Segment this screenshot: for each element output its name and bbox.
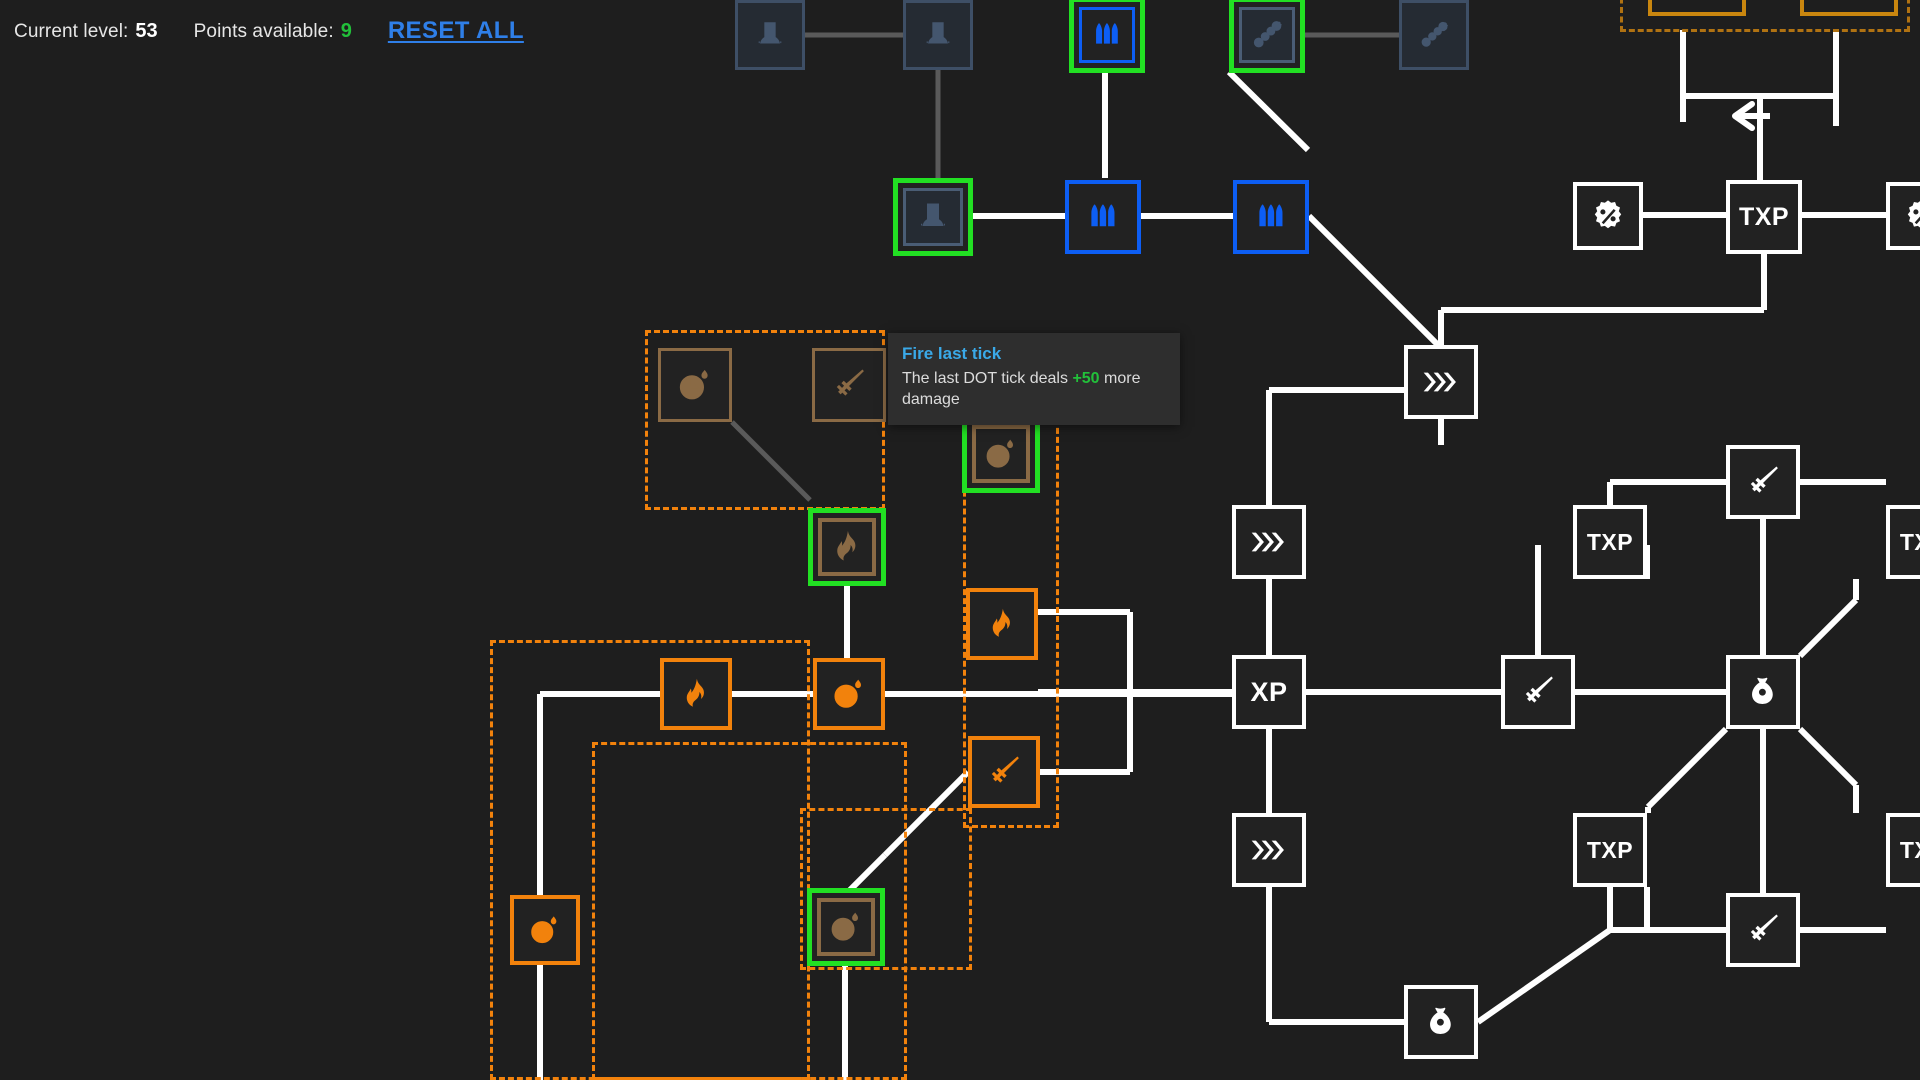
skill-tooltip: Fire last tick The last DOT tick deals +… bbox=[888, 333, 1180, 425]
flame-icon bbox=[664, 662, 728, 726]
skill-node-sword-w3[interactable] bbox=[1726, 893, 1800, 967]
skill-node-chevrons-mid[interactable] bbox=[1232, 505, 1306, 579]
skill-node-clock-owned-a[interactable] bbox=[813, 658, 885, 730]
sword-icon bbox=[1730, 449, 1796, 515]
flame-icon bbox=[818, 518, 876, 576]
skill-node-money-1[interactable] bbox=[1726, 655, 1800, 729]
tooltip-text-before: The last DOT tick deals bbox=[902, 370, 1073, 387]
node-label: TXP bbox=[1586, 836, 1634, 863]
tooltip-description: The last DOT tick deals +50 more damage bbox=[902, 369, 1166, 411]
skill-node-txp-5[interactable]: TXP bbox=[1886, 813, 1920, 887]
skill-node-txp-4[interactable]: TXP bbox=[1573, 813, 1647, 887]
tooltip-bonus-value: +50 bbox=[1072, 370, 1100, 387]
sword-icon bbox=[1505, 659, 1571, 725]
skill-node-ammo-2[interactable] bbox=[1065, 180, 1141, 254]
node-label: TXP bbox=[1586, 528, 1634, 555]
chevrons-icon bbox=[1236, 817, 1302, 883]
skill-node-dot-clock-a[interactable] bbox=[658, 348, 732, 422]
skill-node-sword-locked[interactable] bbox=[812, 348, 886, 422]
skill-node-xp[interactable]: XP bbox=[1232, 655, 1306, 729]
chain-icon bbox=[1239, 7, 1295, 63]
skill-node-fire-available[interactable] bbox=[808, 508, 886, 586]
skill-node-dot-clock-b-available[interactable] bbox=[962, 415, 1040, 493]
node-label: TXP bbox=[1899, 836, 1920, 863]
clock-fire-icon bbox=[817, 898, 875, 956]
skill-node-chevrons-top[interactable] bbox=[1404, 345, 1478, 419]
money-bag-icon bbox=[1730, 659, 1796, 725]
skill-node-chevrons-bottom[interactable] bbox=[1232, 813, 1306, 887]
skill-node-clock-available[interactable] bbox=[807, 888, 885, 966]
skill-node-percent-2[interactable] bbox=[1886, 182, 1920, 250]
money-bag-icon bbox=[1408, 989, 1474, 1055]
skill-node-txp-2[interactable]: TXP bbox=[1573, 505, 1647, 579]
skill-node-clock-owned-b[interactable] bbox=[510, 895, 580, 965]
sword-icon bbox=[972, 740, 1036, 804]
node-label: TXP bbox=[1738, 202, 1790, 231]
skill-node-ammo-1-available[interactable] bbox=[1069, 0, 1145, 73]
clock-fire-icon bbox=[972, 425, 1030, 483]
tooltip-title: Fire last tick bbox=[902, 344, 1002, 363]
flame-icon bbox=[970, 592, 1034, 656]
node-label: XP bbox=[1250, 676, 1288, 707]
magazine-icon bbox=[903, 188, 963, 246]
chain-icon bbox=[1402, 3, 1466, 67]
skill-node-txp-3[interactable]: TXP bbox=[1886, 505, 1920, 579]
skill-node-percent-1[interactable] bbox=[1573, 182, 1643, 250]
skill-node-fire-owned-a[interactable] bbox=[660, 658, 732, 730]
ammo-icon bbox=[1069, 184, 1137, 250]
skill-node-fire-owned-b[interactable] bbox=[966, 588, 1038, 660]
node-label: TXP bbox=[1899, 528, 1920, 555]
skill-tree-screen: TXP TXP T XP TXP T Fire last tick The la… bbox=[0, 0, 1920, 1080]
skill-node-chain-1-available[interactable] bbox=[1229, 0, 1305, 73]
skill-node-ammo-3[interactable] bbox=[1233, 180, 1309, 254]
clock-fire-icon bbox=[817, 662, 881, 726]
skill-node-magazine-3-available[interactable] bbox=[893, 178, 973, 256]
clock-fire-icon bbox=[661, 351, 729, 419]
reset-all-button[interactable]: RESET ALL bbox=[388, 17, 524, 45]
skill-node-sword-owned[interactable] bbox=[968, 736, 1040, 808]
clock-fire-icon bbox=[514, 899, 576, 961]
ammo-icon bbox=[1079, 7, 1135, 63]
chevrons-icon bbox=[1408, 349, 1474, 415]
sword-icon bbox=[815, 351, 883, 419]
skill-node-chain-2[interactable] bbox=[1399, 0, 1469, 70]
skill-node-money-2[interactable] bbox=[1404, 985, 1478, 1059]
ammo-icon bbox=[1237, 184, 1305, 250]
skill-node-sword-w1[interactable] bbox=[1726, 445, 1800, 519]
magazine-icon bbox=[738, 3, 802, 67]
skill-node-txp-1[interactable]: TXP bbox=[1726, 180, 1802, 254]
sword-icon bbox=[1730, 897, 1796, 963]
skill-node-sword-w2[interactable] bbox=[1501, 655, 1575, 729]
percent-badge-icon bbox=[1577, 186, 1639, 246]
chevrons-icon bbox=[1236, 509, 1302, 575]
magazine-icon bbox=[906, 3, 970, 67]
percent-badge-icon bbox=[1890, 186, 1920, 246]
skill-node-magazine-2[interactable] bbox=[903, 0, 973, 70]
skill-node-magazine-1[interactable] bbox=[735, 0, 805, 70]
